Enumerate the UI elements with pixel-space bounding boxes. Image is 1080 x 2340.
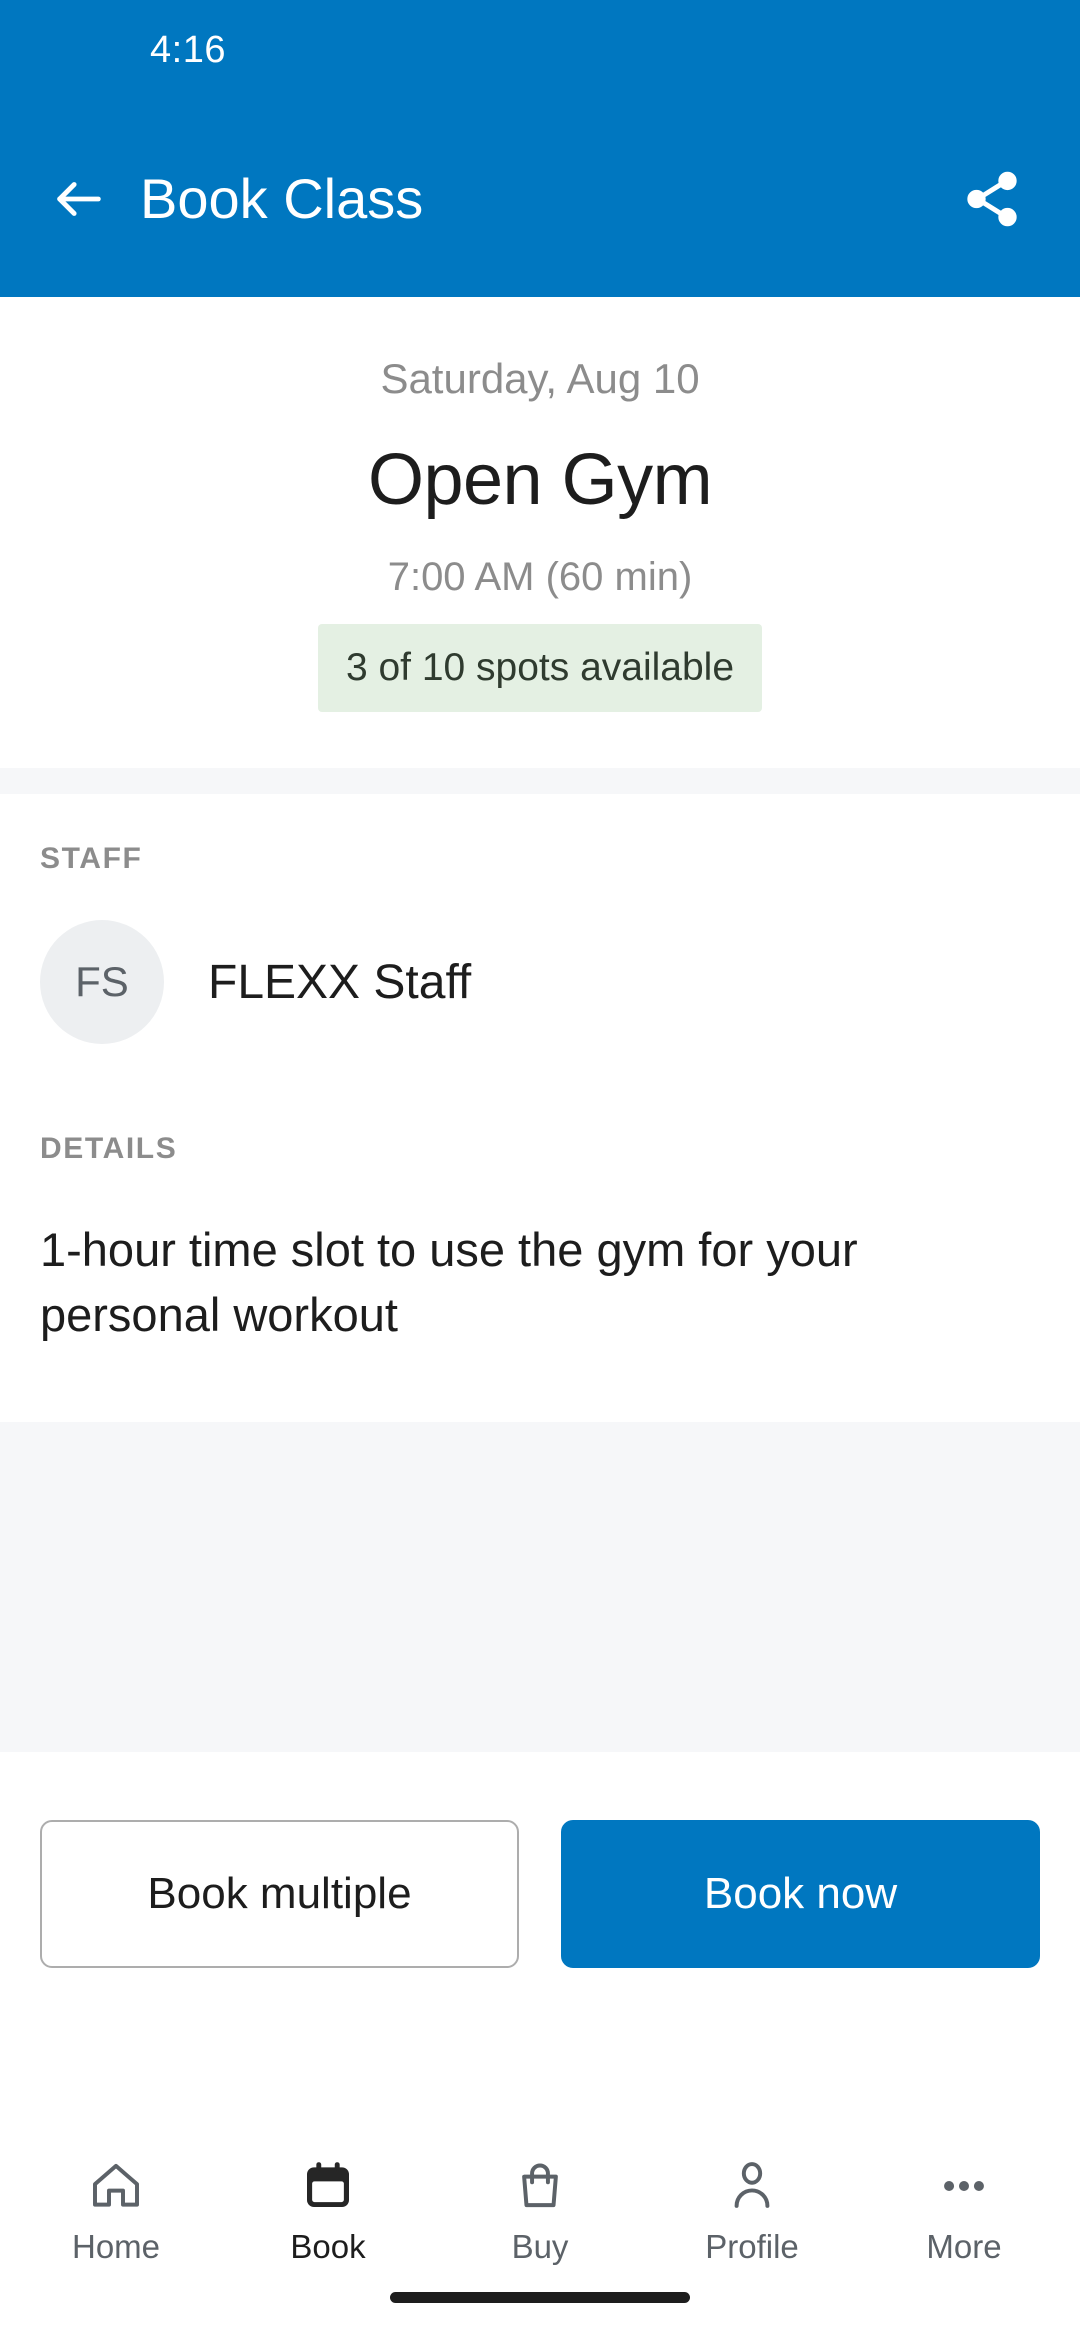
nav-item-profile[interactable]: Profile [657,2152,847,2266]
nav-item-more[interactable]: More [869,2152,1059,2266]
more-dots-icon [936,2152,992,2214]
share-icon[interactable] [956,163,1028,235]
section-divider-bottom [0,1421,1080,1752]
bottom-navigation: Home Book Buy Profile More [0,2116,1080,2280]
app-bar: Book Class [0,100,1080,297]
nav-label-buy: Buy [511,2228,569,2265]
back-arrow-icon[interactable] [48,168,110,230]
details-section-label: DETAILS [40,1132,178,1165]
phone-screen: 4:16 Book Class Saturday, Aug 10 Open Gy… [0,0,1080,2340]
class-date: Saturday, Aug 10 [380,355,700,402]
status-bar-clock: 4:16 [150,28,226,71]
details-text: 1-hour time slot to use the gym for your… [40,1223,858,1341]
avatar: FS [40,920,164,1044]
action-bar: Book multiple Book now [0,1751,1080,1968]
staff-name: FLEXX Staff [208,955,472,1009]
calendar-icon [300,2152,356,2214]
book-multiple-button[interactable]: Book multiple [40,1819,519,1968]
nav-label-profile: Profile [705,2228,799,2265]
layout-spacer [0,1967,1080,2116]
availability-wrap: 3 of 10 spots available [40,624,1040,712]
gesture-bar [0,2280,1080,2340]
book-now-button[interactable]: Book now [561,1819,1040,1968]
class-summary: Saturday, Aug 10 Open Gym 7:00 AM (60 mi… [0,297,1080,768]
nav-label-home: Home [71,2228,161,2265]
staff-row[interactable]: FS FLEXX Staff [40,876,1040,1084]
nav-item-home[interactable]: Home [21,2152,211,2266]
info-sections: STAFF FS FLEXX Staff DETAILS 1-hour time… [0,794,1080,1422]
availability-badge: 3 of 10 spots available [317,624,763,712]
staff-section-label: STAFF [40,842,143,875]
nav-item-book[interactable]: Book [233,2152,423,2266]
class-name: Open Gym [367,440,713,520]
person-icon [724,2152,780,2214]
home-icon [88,2152,144,2214]
nav-label-book: Book [290,2228,366,2265]
status-bar: 4:16 [0,0,1080,100]
nav-label-more: More [926,2228,1002,2265]
class-time: 7:00 AM (60 min) [387,555,693,599]
section-divider-top [0,768,1080,794]
gesture-pill[interactable] [390,2292,690,2303]
shopping-bag-icon [512,2152,568,2214]
nav-item-buy[interactable]: Buy [445,2152,635,2266]
page-title: Book Class [140,167,424,230]
